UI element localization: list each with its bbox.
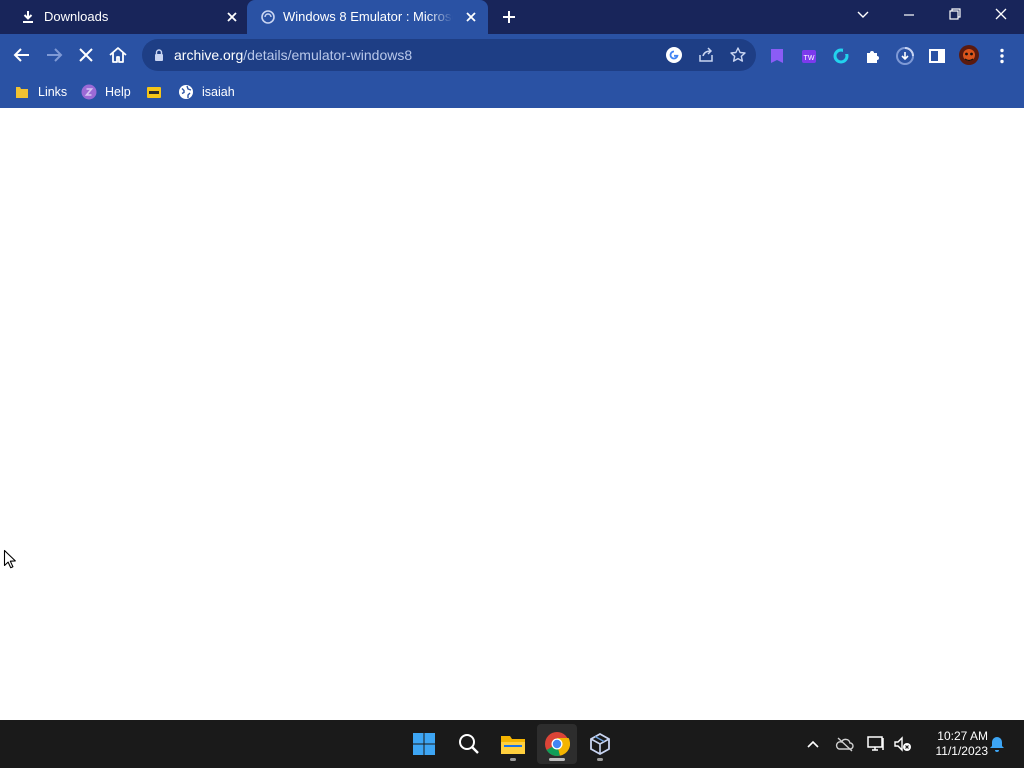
- windows-taskbar: 10:27 AM 11/1/2023: [0, 720, 1024, 768]
- extensions-puzzle-icon[interactable]: [863, 46, 883, 66]
- google-lens-icon[interactable]: [665, 46, 683, 64]
- bookmark-label: isaiah: [202, 85, 235, 99]
- share-icon[interactable]: [697, 46, 715, 64]
- tab-strip: Downloads Windows 8 Emulator : Microsoft…: [0, 0, 1024, 34]
- close-window-icon[interactable]: [989, 5, 1013, 25]
- volume-muted-icon[interactable]: [893, 734, 913, 754]
- side-panel-icon[interactable]: [927, 46, 947, 66]
- tab-windows8-emulator[interactable]: Windows 8 Emulator : Microsoft : Free Do…: [247, 0, 488, 34]
- bookmark-yellow[interactable]: [146, 82, 170, 102]
- yellow-bookmark-icon: [147, 87, 161, 98]
- close-tab-icon[interactable]: [224, 9, 240, 25]
- bookmark-star-icon[interactable]: [729, 46, 747, 64]
- virtualbox-icon: [590, 732, 610, 756]
- download-icon: [23, 11, 33, 23]
- onedrive-offline-icon[interactable]: [835, 734, 855, 754]
- address-bar[interactable]: archive.org/details/emulator-windows8: [142, 39, 756, 71]
- clock-date: 11/1/2023: [935, 744, 989, 758]
- mouse-pointer-icon: [3, 549, 16, 569]
- stop-loading-icon[interactable]: [75, 44, 97, 66]
- file-explorer-button[interactable]: [493, 724, 533, 764]
- close-tab-icon[interactable]: [463, 9, 479, 25]
- tab-search-chevron-icon[interactable]: [851, 5, 875, 25]
- tab-downloads[interactable]: Downloads: [0, 0, 246, 34]
- bookmarks-bar: Links Help isaiah: [0, 76, 1024, 108]
- chrome-button[interactable]: [537, 724, 577, 764]
- windows-logo-icon: [413, 733, 435, 755]
- folder-icon: [501, 736, 525, 754]
- help-circle-icon: [81, 84, 97, 100]
- download-progress-icon[interactable]: [895, 46, 915, 66]
- url-host: archive.org: [174, 47, 244, 63]
- running-indicator: [597, 758, 603, 761]
- bookmark-label: Help: [105, 85, 131, 99]
- search-button[interactable]: [449, 724, 489, 764]
- back-icon[interactable]: [11, 44, 33, 66]
- lock-icon[interactable]: [152, 48, 166, 62]
- bookmark-links[interactable]: Links: [14, 82, 67, 102]
- web-page-content[interactable]: [0, 108, 1024, 720]
- network-icon[interactable]: [866, 734, 886, 754]
- bookmark-help[interactable]: Help: [81, 82, 131, 102]
- bookmark-label: Links: [38, 85, 68, 99]
- show-hidden-icons-chevron-icon[interactable]: [803, 734, 823, 754]
- minimize-icon[interactable]: [897, 5, 921, 25]
- url-text: archive.org/details/emulator-windows8: [174, 47, 412, 63]
- virtualbox-button[interactable]: [580, 724, 620, 764]
- puzzle-tw-extension-icon[interactable]: TW: [799, 46, 819, 66]
- profile-avatar[interactable]: [958, 44, 980, 66]
- archive-globe-icon: [261, 10, 275, 24]
- chrome-icon: [545, 732, 570, 756]
- new-tab-icon[interactable]: [500, 8, 518, 26]
- restore-icon[interactable]: [943, 5, 967, 25]
- sync-extension-icon[interactable]: [831, 46, 851, 66]
- system-clock[interactable]: 10:27 AM 11/1/2023: [918, 729, 989, 759]
- globe-icon: [179, 85, 193, 99]
- bookmark-extension-icon[interactable]: [767, 46, 787, 66]
- notification-bell-icon[interactable]: [987, 734, 1007, 754]
- tab-title: Downloads: [44, 9, 109, 24]
- svg-text:TW: TW: [804, 55, 815, 62]
- clock-time: 10:27 AM: [937, 729, 988, 743]
- search-icon: [459, 734, 479, 754]
- url-path: /details/emulator-windows8: [243, 47, 413, 63]
- bookmark-isaiah[interactable]: isaiah: [178, 82, 235, 102]
- forward-icon[interactable]: [43, 44, 65, 66]
- folder-icon: [16, 87, 28, 98]
- more-menu-icon[interactable]: [992, 46, 1012, 66]
- browser-toolbar: archive.org/details/emulator-windows8 TW: [0, 34, 1024, 76]
- home-icon[interactable]: [107, 44, 129, 66]
- tab-title: Windows 8 Emulator : Microsoft : Free Do…: [283, 9, 453, 24]
- running-indicator: [549, 758, 565, 761]
- start-button[interactable]: [404, 724, 444, 764]
- running-indicator: [510, 758, 516, 761]
